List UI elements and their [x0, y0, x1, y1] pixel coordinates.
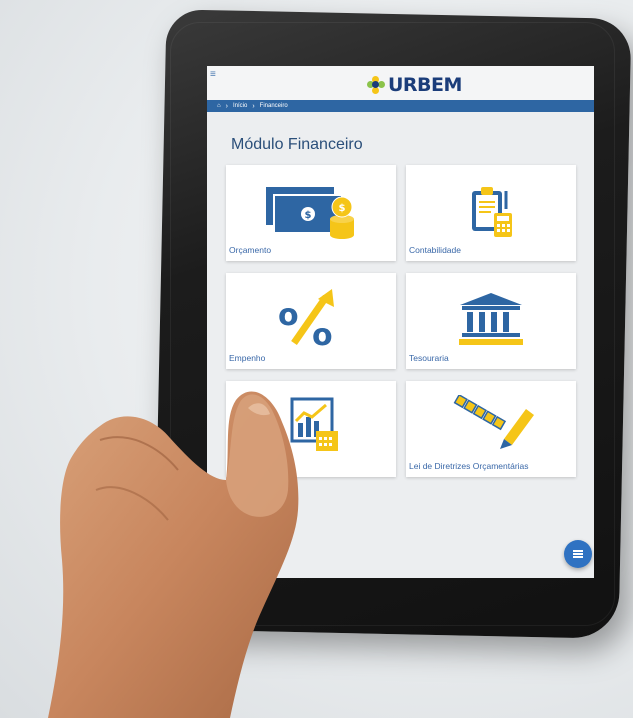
percent-icon: o o [278, 289, 334, 347]
breadcrumb: ⌂ › Início › Financeiro [207, 100, 594, 112]
svg-text:$: $ [305, 210, 312, 221]
home-icon[interactable]: ⌂ [217, 103, 221, 109]
svg-text:o: o [278, 298, 299, 333]
breadcrumb-item-inicio[interactable]: Início [233, 103, 247, 109]
chart-calendar-icon [290, 397, 338, 451]
hamburger-icon[interactable]: ≡ [210, 70, 216, 80]
chevron-right-icon: › [225, 102, 228, 110]
card-orcamento[interactable]: $ $ Orçamento [226, 165, 396, 261]
card-lei-diretrizes[interactable]: Lei de Diretrizes Orçamentárias [406, 381, 576, 477]
fab-menu-button[interactable] [564, 540, 592, 568]
svg-text:$: $ [339, 203, 346, 214]
checklist-pencil-icon [453, 395, 534, 449]
card-label: Plano Plurianual [229, 461, 291, 471]
bank-icon [459, 293, 523, 345]
menu-icon [573, 550, 583, 558]
svg-text:o: o [312, 318, 333, 347]
brand-logo[interactable]: URBEM [367, 74, 462, 96]
logo-flower-icon [367, 76, 385, 94]
card-plano-plurianual[interactable]: Plano Plurianual [226, 381, 396, 477]
brand-name: URBEM [388, 74, 462, 96]
card-label: Lei de Diretrizes Orçamentárias [409, 461, 529, 471]
card-label: Tesouraria [409, 353, 449, 363]
card-label: Contabilidade [409, 245, 461, 255]
money-icon: $ $ [266, 187, 354, 239]
chevron-right-icon: › [252, 102, 255, 110]
card-contabilidade[interactable]: Contabilidade [406, 165, 576, 261]
card-label: Empenho [229, 353, 266, 363]
top-bar: ≡ URBEM [207, 66, 594, 100]
app-screen: ≡ URBEM ⌂ › Início › Financeiro Módulo F… [207, 66, 594, 578]
breadcrumb-item-financeiro: Financeiro [259, 103, 288, 109]
page-title: Módulo Financeiro [231, 136, 363, 153]
card-empenho[interactable]: o o Empenho [226, 273, 396, 369]
card-label: Orçamento [229, 245, 272, 255]
card-tesouraria[interactable]: Tesouraria [406, 273, 576, 369]
clipboard-calculator-icon [472, 187, 512, 237]
